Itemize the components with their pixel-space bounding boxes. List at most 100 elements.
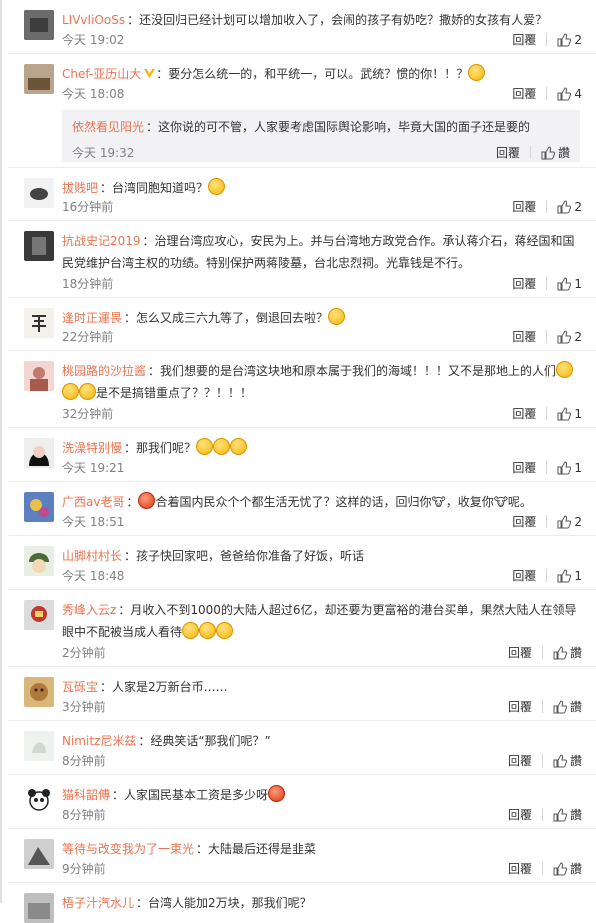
reply-button[interactable]: 回覆 (512, 459, 536, 476)
reply-button[interactable]: 回覆 (508, 752, 532, 769)
username-link[interactable]: 逢时正運畏 (62, 311, 122, 325)
username-link[interactable]: 抗战史记2019 (62, 234, 141, 248)
username-link[interactable]: LIVvIiOoSs (62, 13, 125, 27)
avatar[interactable] (24, 231, 54, 261)
username-link[interactable]: 秀峰入云z (62, 603, 116, 617)
like-button[interactable]: 1 (557, 569, 582, 583)
avatar[interactable] (24, 677, 54, 707)
like-button[interactable]: 讚 (553, 752, 582, 769)
verified-badge-icon (144, 69, 156, 78)
comment-body: ：人家国民基本工资是多少呀 (112, 788, 269, 802)
username-link[interactable]: 猫科韶傅 (62, 788, 110, 802)
comment-body: ：我们想要的是台湾这块地和原本属于我们的海域！！！又不是那地上的人们 (148, 364, 557, 378)
comment-time: 今天 19:02 (62, 33, 125, 47)
username-link[interactable]: 山脚村村长 (62, 549, 122, 563)
reply-button[interactable]: 回覆 (512, 275, 536, 292)
username-link[interactable]: 梧子汁汽水儿 (62, 896, 134, 910)
username-link[interactable]: 等待与改变我为了一束光 (62, 842, 194, 856)
comment-item: 猫科韶傅 ：人家国民基本工资是多少呀 8分钟前 回覆 讚 (8, 775, 596, 829)
reply-button[interactable]: 回覆 (508, 806, 532, 823)
like-button[interactable]: 2 (557, 200, 582, 214)
avatar[interactable] (24, 64, 54, 94)
username-link[interactable]: 瓦砾宝 (62, 680, 98, 694)
username-link[interactable]: Chef-亚历山大 (62, 67, 141, 81)
username-link[interactable]: 桃园路的沙拉酱 (62, 364, 146, 378)
avatar[interactable] (24, 839, 54, 869)
like-count: 4 (574, 86, 582, 101)
avatar[interactable] (24, 10, 54, 40)
praise-label: 讚 (569, 646, 582, 660)
like-button[interactable]: 讚 (553, 698, 582, 715)
comment-text-line: 山脚村村长 ：孩子快回家吧，爸爸给你准备了好饭，听话 (62, 545, 586, 567)
avatar[interactable] (24, 600, 54, 630)
reply-button[interactable]: 回覆 (512, 405, 536, 422)
reply-username-link[interactable]: 依然看见阳光 (72, 120, 144, 134)
username-link[interactable]: Nimitz尼米兹 (62, 734, 136, 748)
username-link[interactable]: 广西av老哥 (62, 495, 124, 509)
comment-time: 32分钟前 (62, 407, 114, 421)
avatar[interactable] (24, 308, 54, 338)
reply-button[interactable]: 回覆 (512, 328, 536, 345)
thinking-emoji-icon (196, 438, 214, 455)
reply-button[interactable]: 回覆 (512, 198, 536, 215)
thumb-up-icon (557, 86, 572, 100)
like-button[interactable]: 2 (557, 330, 582, 344)
like-button[interactable]: 讚 (553, 806, 582, 823)
avatar[interactable] (24, 546, 54, 576)
reply-button[interactable]: 回覆 (512, 513, 536, 530)
like-button[interactable]: 2 (557, 515, 582, 529)
comment-actions: 回覆 讚 (508, 698, 582, 715)
comment-text-line: 逢时正運畏 ：怎么又成三六九等了，倒退回去啦？ (62, 307, 586, 329)
avatar[interactable] (24, 492, 54, 522)
crying-emoji-icon (216, 622, 234, 639)
sweat-emoji-icon (79, 383, 96, 400)
comment-actions: 回覆 1 (512, 459, 582, 476)
like-button[interactable]: 4 (557, 87, 582, 101)
reply-button[interactable]: 回覆 (512, 567, 536, 584)
like-button[interactable]: 1 (557, 407, 582, 421)
comment-actions: 回覆 2 (512, 328, 582, 345)
like-button[interactable]: 1 (557, 277, 582, 291)
comment-item: 洗澡特别慢 ：那我们呢？ 今天 19:21 回覆 1 (8, 428, 596, 482)
praise-label: 讚 (569, 700, 582, 714)
comment-body: ：要分怎么统一的，和平统一，可以。武统？惯的你！！？ (156, 67, 469, 81)
avatar[interactable] (24, 178, 54, 208)
reply-button[interactable]: 回覆 (508, 644, 532, 661)
reply-button[interactable]: 回覆 (512, 85, 536, 102)
thumb-up-icon (541, 145, 555, 159)
comment-body: ：台湾同胞知道吗？ (100, 181, 209, 195)
crying-emoji-icon (199, 622, 217, 639)
like-count: 2 (574, 514, 582, 529)
reply-button[interactable]: 回覆 (496, 144, 520, 161)
like-button[interactable]: 1 (557, 461, 582, 475)
thumb-up-icon (553, 807, 567, 821)
comment-actions: 回覆 讚 (508, 644, 582, 661)
reply-button[interactable]: 回覆 (512, 31, 536, 48)
reply-body: ：这你说的可不管，人家要考虑国际舆论影响，毕竟大国的面子还是要的 (146, 120, 531, 134)
username-link[interactable]: 洗澡特别慢 (62, 441, 122, 455)
angry-emoji-icon (268, 785, 286, 802)
avatar[interactable] (24, 438, 54, 468)
reply-button[interactable]: 回覆 (508, 698, 532, 715)
comment-body: ：大陆最后还得是韭菜 (196, 842, 317, 856)
username-link[interactable]: 拔贱吧 (62, 181, 98, 195)
comment-actions: 回覆 1 (512, 275, 582, 292)
like-count: 2 (574, 199, 582, 214)
praise-label: 讚 (569, 754, 582, 768)
avatar[interactable] (24, 731, 54, 761)
reply-button[interactable]: 回覆 (508, 860, 532, 877)
avatar[interactable] (24, 361, 54, 391)
like-count: 2 (574, 32, 582, 47)
avatar[interactable] (24, 785, 54, 815)
like-button[interactable]: 讚 (553, 644, 582, 661)
avatar[interactable] (24, 893, 54, 923)
thumb-up-icon (553, 699, 567, 713)
like-count: 2 (574, 329, 582, 344)
comment-time: 今天 19:21 (62, 461, 125, 475)
comment-actions: 回覆 1 (512, 567, 582, 584)
sweat-emoji-icon (556, 361, 574, 378)
comment-item: 广西av老哥：合着国内民众个个都生活无忧了？这样的话，回归你🐮，收复你🐮呢。 今… (8, 482, 596, 536)
like-button[interactable]: 2 (557, 33, 582, 47)
like-button[interactable]: 讚 (553, 860, 582, 877)
like-button[interactable]: 讚 (541, 144, 570, 161)
